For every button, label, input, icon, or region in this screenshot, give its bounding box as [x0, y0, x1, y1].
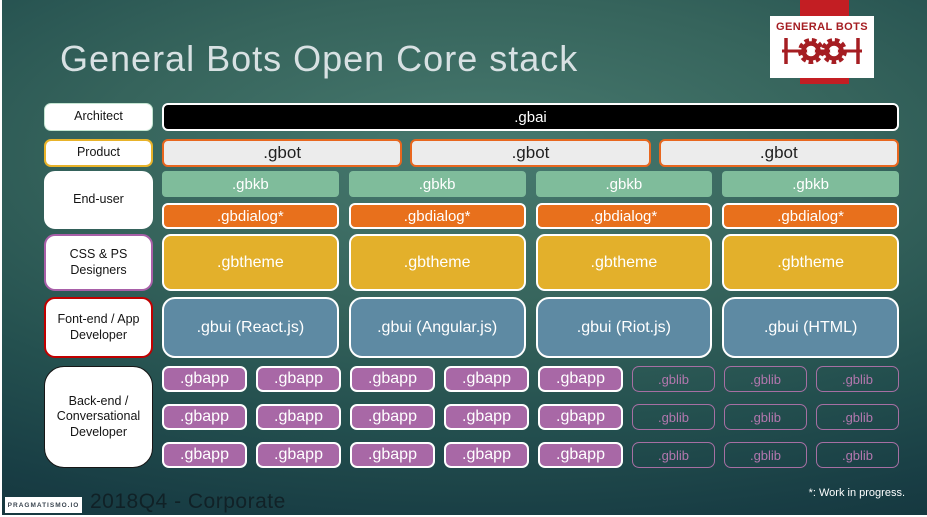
stack-row-product: Product .gbot .gbot .gbot — [44, 139, 899, 167]
row-label-designers: CSS & PS Designers — [44, 234, 153, 291]
stack-box-gbapp: .gbapp — [350, 366, 435, 392]
band-row: .gbtheme .gbtheme .gbtheme .gbtheme — [162, 234, 899, 291]
stack-box-gbapp: .gbapp — [350, 404, 435, 430]
stack-box-gbapp: .gbapp — [444, 404, 529, 430]
gears-icon — [778, 34, 866, 73]
stack-box-gbkb: .gbkb — [348, 171, 526, 197]
stack-box-gbai: .gbai — [162, 103, 899, 131]
row-label-architect: Architect — [44, 103, 153, 131]
page-title: General Bots Open Core stack — [60, 38, 579, 79]
general-bots-logo: GENERAL BOTS — [770, 16, 874, 78]
row-bands: .gbapp .gbapp .gbapp .gbapp .gbapp .gblib .gbl… — [162, 366, 899, 468]
stack-box-gbkb: .gbkb — [162, 171, 339, 197]
row-label-end-user: End-user — [44, 171, 153, 229]
band-row: .gbapp .gbapp .gbapp .gbapp .gbapp .gblib .gbl… — [162, 442, 899, 468]
stack-box-gbtheme: .gbtheme — [162, 234, 339, 291]
stack-box-gbkb: .gbkb — [535, 171, 713, 197]
stack-row-designers: CSS & PS Designers .gbtheme .gbtheme .gbthe… — [44, 234, 899, 291]
stack-box-gblib: .gblib — [724, 442, 807, 468]
stack-box-gbapp: .gbapp — [256, 442, 341, 468]
stack-box-gblib: .gblib — [632, 404, 715, 430]
stack-box-gbapp: .gbapp — [444, 442, 529, 468]
stack-row-frontend: Font-end / App Developer .gbui (React.js)… — [44, 297, 899, 358]
row-label-product: Product — [44, 139, 153, 167]
stack-box-gbapp: .gbapp — [538, 366, 623, 392]
band-row: .gbkb .gbkb .gbkb .gbkb — [162, 171, 899, 197]
stack-box-gbdialog: .gbdialog* — [722, 203, 899, 229]
stack-diagram: Architect .gbai Product .gbot .gbot .gbot End-… — [44, 103, 899, 468]
stack-box-gbapp: .gbapp — [538, 442, 623, 468]
stack-box-gbdialog: .gbdialog* — [535, 203, 713, 229]
row-bands: .gbui (React.js) .gbui (Angular.js) .gbui … — [162, 297, 899, 358]
stack-box-gbapp: .gbapp — [538, 404, 623, 430]
stack-box-gbapp: .gbapp — [350, 442, 435, 468]
work-in-progress-note: *: Work in progress. — [808, 487, 905, 499]
stack-box-gbapp: .gbapp — [162, 404, 247, 430]
stack-box-gbui: .gbui (HTML) — [722, 297, 899, 358]
band-row: .gbot .gbot .gbot — [162, 139, 899, 167]
stack-box-gbdialog: .gbdialog* — [348, 203, 526, 229]
row-bands: .gbkb .gbkb .gbkb .gbkb .gbdialog* .gbdialog*… — [162, 171, 899, 229]
stack-box-gbdialog: .gbdialog* — [162, 203, 339, 229]
stack-box-gbtheme: .gbtheme — [348, 234, 526, 291]
stack-box-gbapp: .gbapp — [256, 366, 341, 392]
stack-box-gblib: .gblib — [816, 366, 899, 392]
stack-box-gbtheme: .gbtheme — [722, 234, 899, 291]
band-row: .gbui (React.js) .gbui (Angular.js) .gbui … — [162, 297, 899, 358]
stack-box-gbot: .gbot — [410, 139, 651, 167]
footer-caption: 2018Q4 - Corporate — [90, 490, 286, 513]
band-row: .gbapp .gbapp .gbapp .gbapp .gbapp .gblib .gbl… — [162, 404, 899, 430]
logo-brand-text: GENERAL BOTS — [776, 21, 868, 33]
stack-box-gbapp: .gbapp — [256, 404, 341, 430]
row-bands: .gbtheme .gbtheme .gbtheme .gbtheme — [162, 234, 899, 291]
stack-box-gbui: .gbui (Riot.js) — [535, 297, 713, 358]
stack-box-gbapp: .gbapp — [444, 366, 529, 392]
row-label-backend: Back-end / Conversational Developer — [44, 366, 153, 468]
stack-box-gbapp: .gbapp — [162, 366, 247, 392]
band-row: .gbdialog* .gbdialog* .gbdialog* .gbdialog* — [162, 203, 899, 229]
stack-row-backend: Back-end / Conversational Developer .gbap… — [44, 366, 899, 468]
pragmatismo-logo: PRAGMATISMO.IO — [5, 497, 82, 513]
stack-box-gblib: .gblib — [816, 404, 899, 430]
stack-box-gbui: .gbui (React.js) — [162, 297, 339, 358]
stack-box-gblib: .gblib — [816, 442, 899, 468]
stack-box-gbkb: .gbkb — [722, 171, 899, 197]
stack-box-gbapp: .gbapp — [162, 442, 247, 468]
stack-box-gbot: .gbot — [658, 139, 899, 167]
row-label-frontend: Font-end / App Developer — [44, 297, 153, 358]
row-bands: .gbai — [162, 103, 899, 131]
band-row: .gbapp .gbapp .gbapp .gbapp .gbapp .gblib .gbl… — [162, 366, 899, 392]
stack-row-architect: Architect .gbai — [44, 103, 899, 131]
stack-box-gblib: .gblib — [632, 366, 715, 392]
stack-box-gblib: .gblib — [724, 404, 807, 430]
row-bands: .gbot .gbot .gbot — [162, 139, 899, 167]
stack-box-gblib: .gblib — [724, 366, 807, 392]
slide: General Bots Open Core stack GENERAL BOT… — [0, 0, 927, 517]
stack-box-gblib: .gblib — [632, 442, 715, 468]
stack-box-gbtheme: .gbtheme — [535, 234, 713, 291]
band-row: .gbai — [162, 103, 899, 131]
stack-box-gbui: .gbui (Angular.js) — [348, 297, 526, 358]
stack-row-end-user: End-user .gbkb .gbkb .gbkb .gbkb .gbdialog* .g… — [44, 171, 899, 229]
stack-box-gbot: .gbot — [162, 139, 403, 167]
